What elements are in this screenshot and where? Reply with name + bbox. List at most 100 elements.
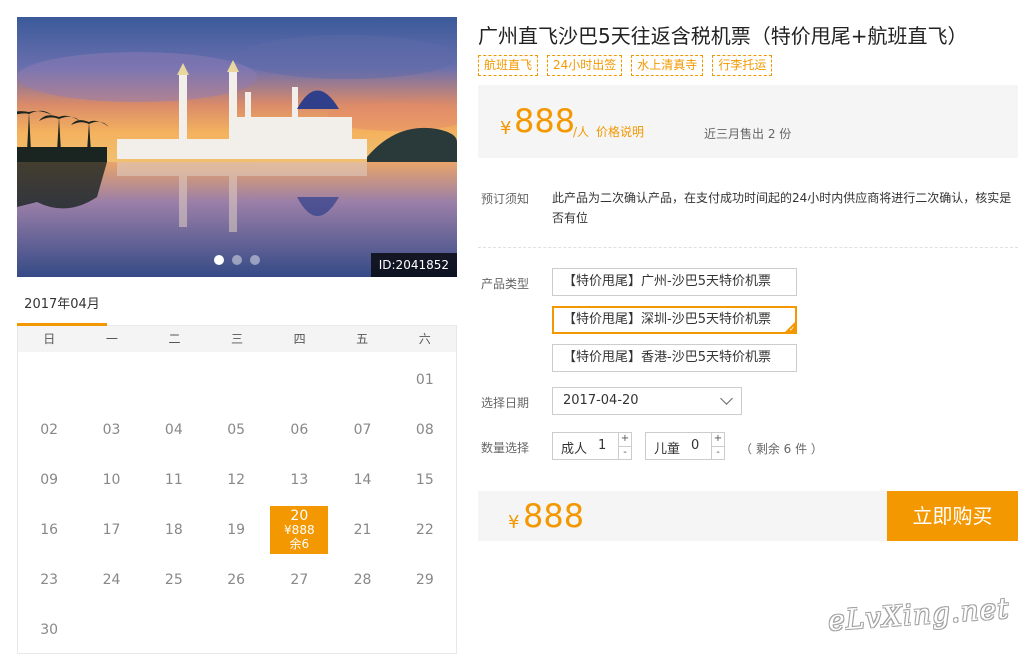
buy-now-button[interactable]: 立即购买: [887, 491, 1018, 541]
calendar-day[interactable]: 18: [143, 505, 205, 555]
day-price: ¥888: [284, 523, 315, 537]
calendar-day[interactable]: 17: [80, 505, 142, 555]
calendar-day-selected[interactable]: 20 ¥888 余6: [270, 506, 329, 554]
weekday-label: 三: [231, 332, 244, 346]
calendar-day[interactable]: 13: [267, 455, 331, 505]
calendar-day[interactable]: 19: [205, 505, 267, 555]
calendar-day[interactable]: 23: [18, 555, 80, 605]
product-tag: 水上清真寺: [631, 55, 704, 76]
check-icon: ✓: [789, 325, 795, 333]
product-type-option[interactable]: 【特价甩尾】香港-沙巴5天特价机票: [552, 344, 797, 372]
child-quantity-stepper[interactable]: 儿童 0 + -: [645, 432, 725, 460]
calendar-day[interactable]: 03: [80, 405, 142, 455]
calendar-day[interactable]: 21: [331, 505, 393, 555]
weekday-label: 一: [105, 332, 118, 346]
product-type-option-selected[interactable]: 【特价甩尾】深圳-沙巴5天特价机票 ✓: [552, 306, 797, 334]
mosque-photo: [17, 17, 457, 277]
quantity-label: 数量选择: [481, 441, 530, 455]
total-amount: 888: [523, 497, 585, 535]
child-count[interactable]: 0: [691, 438, 699, 453]
product-type-option[interactable]: 【特价甩尾】广州-沙巴5天特价机票: [552, 268, 797, 296]
calendar-blank-cell: [331, 355, 393, 405]
calendar-day[interactable]: 14: [331, 455, 393, 505]
child-label: 儿童: [654, 442, 681, 457]
calendar-day[interactable]: 05: [205, 405, 267, 455]
day-number: 20: [290, 508, 309, 524]
weekday-label: 六: [418, 332, 431, 346]
weekday-label: 日: [43, 332, 56, 346]
price-amount: 888: [514, 102, 576, 140]
buy-bar: ¥ 888 立即购买: [478, 491, 1018, 541]
calendar-day[interactable]: 15: [394, 455, 456, 505]
total-currency: ¥: [508, 512, 520, 533]
calendar-day[interactable]: 04: [143, 405, 205, 455]
adult-quantity-stepper[interactable]: 成人 1 + -: [552, 432, 632, 460]
carousel-dot[interactable]: [250, 255, 260, 265]
calendar-day[interactable]: 28: [331, 555, 393, 605]
price-panel: ¥ 888 /人 价格说明 近三月售出 2 份: [478, 85, 1018, 158]
product-photo-carousel[interactable]: ID:2041852: [17, 17, 457, 277]
calendar-day[interactable]: 10: [80, 455, 142, 505]
calendar-day[interactable]: 12: [205, 455, 267, 505]
calendar-day[interactable]: 06: [267, 405, 331, 455]
calendar-day[interactable]: 11: [143, 455, 205, 505]
calendar-month-tabs: 2017年04月: [17, 290, 457, 326]
carousel-dot[interactable]: [214, 255, 224, 265]
option-label: 【特价甩尾】广州-沙巴5天特价机票: [563, 274, 771, 289]
chevron-down-icon: [720, 392, 733, 405]
calendar-day[interactable]: 24: [80, 555, 142, 605]
calendar-day[interactable]: 25: [143, 555, 205, 605]
adult-label: 成人: [561, 442, 588, 457]
product-tag: 24小时出签: [547, 55, 623, 76]
calendar-day[interactable]: 07: [331, 405, 393, 455]
adult-plus-button[interactable]: +: [619, 433, 631, 446]
weekday-label: 四: [293, 332, 306, 346]
product-title: 广州直飞沙巴5天往返含税机票（特价甩尾+航班直飞）: [478, 24, 968, 48]
calendar-day[interactable]: 09: [18, 455, 80, 505]
calendar-weekday-header: 日 一 二 三 四 五 六: [18, 326, 456, 352]
product-tag: 行李托运: [712, 55, 773, 76]
remaining-stock: （ 剩余 6 件 ）: [740, 442, 823, 456]
calendar-day[interactable]: 30: [18, 605, 80, 654]
adult-minus-button[interactable]: -: [619, 446, 631, 459]
calendar-day[interactable]: 29: [394, 555, 456, 605]
calendar-blank-cell: [18, 355, 80, 405]
price-explain-link[interactable]: 价格说明: [596, 123, 644, 140]
calendar-blank-cell: [267, 355, 331, 405]
weekday-label: 五: [356, 332, 369, 346]
child-stepper-buttons: + -: [711, 433, 724, 459]
date-label: 选择日期: [481, 396, 530, 410]
notice-text: 此产品为二次确认产品，在支付成功时间起的24小时内供应商将进行二次确认，核实是否…: [552, 191, 1012, 225]
calendar-blank-cell: [205, 355, 267, 405]
calendar-day[interactable]: 01: [394, 355, 456, 405]
carousel-dot[interactable]: [232, 255, 242, 265]
divider: [478, 247, 1018, 248]
price-unit: /人: [573, 125, 590, 139]
price-currency: ¥: [500, 118, 512, 139]
calendar-day[interactable]: 02: [18, 405, 80, 455]
child-minus-button[interactable]: -: [712, 446, 724, 459]
option-label: 【特价甩尾】香港-沙巴5天特价机票: [563, 350, 771, 365]
site-watermark: eLvXing.net: [827, 591, 1011, 638]
sold-count: 近三月售出 2 份: [704, 127, 792, 141]
calendar-blank-cell: [143, 355, 205, 405]
date-select[interactable]: 2017-04-20: [552, 387, 742, 415]
photo-id-badge: ID:2041852: [370, 253, 457, 277]
calendar-day[interactable]: 26: [205, 555, 267, 605]
calendar-blank-cell: [80, 355, 142, 405]
calendar-day[interactable]: 16: [18, 505, 80, 555]
calendar: 日 一 二 三 四 五 六 01 02 03 04 05 06 07 08 09 10 11 12 13…: [17, 326, 457, 654]
calendar-month-tab[interactable]: 2017年04月: [17, 290, 107, 326]
product-tags: 航班直飞 24小时出签 水上清真寺 行李托运: [478, 55, 773, 76]
calendar-day[interactable]: 27: [267, 555, 331, 605]
product-tag: 航班直飞: [478, 55, 539, 76]
day-stock: 余6: [289, 537, 310, 551]
calendar-day[interactable]: 08: [394, 405, 456, 455]
option-label: 【特价甩尾】深圳-沙巴5天特价机票: [563, 312, 771, 327]
adult-stepper-buttons: + -: [618, 433, 631, 459]
adult-count[interactable]: 1: [598, 438, 606, 453]
weekday-label: 二: [168, 332, 181, 346]
calendar-day[interactable]: 22: [394, 505, 456, 555]
calendar-days-grid: 01 02 03 04 05 06 07 08 09 10 11 12 13 14 15 16 17 18 19 20…: [18, 352, 456, 654]
child-plus-button[interactable]: +: [712, 433, 724, 446]
